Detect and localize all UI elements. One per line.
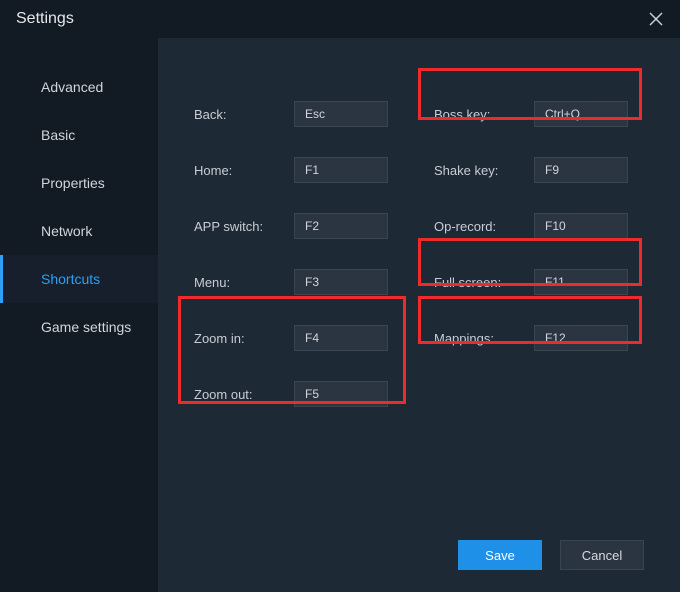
label-app-switch: APP switch: xyxy=(194,219,294,234)
sidebar-item-properties[interactable]: Properties xyxy=(0,159,158,207)
titlebar: Settings xyxy=(0,0,680,38)
cancel-button[interactable]: Cancel xyxy=(560,540,644,570)
sidebar-item-shortcuts[interactable]: Shortcuts xyxy=(0,255,158,303)
input-app-switch[interactable] xyxy=(294,213,388,239)
row-full-screen: Full screen: xyxy=(434,254,644,310)
sidebar-item-label: Basic xyxy=(41,127,75,143)
input-op-record[interactable] xyxy=(534,213,628,239)
save-button[interactable]: Save xyxy=(458,540,542,570)
sidebar-item-basic[interactable]: Basic xyxy=(0,111,158,159)
save-label: Save xyxy=(485,548,515,563)
sidebar-item-label: Shortcuts xyxy=(41,271,100,287)
main-area: Advanced Basic Properties Network Shortc… xyxy=(0,38,680,592)
label-boss-key: Boss key: xyxy=(434,107,534,122)
footer-buttons: Save Cancel xyxy=(458,540,644,570)
sidebar-item-advanced[interactable]: Advanced xyxy=(0,63,158,111)
label-home: Home: xyxy=(194,163,294,178)
label-zoom-out: Zoom out: xyxy=(194,387,294,402)
shortcuts-col-right: Boss key: Shake key: Op-record: Full scr… xyxy=(434,86,644,422)
sidebar-item-label: Properties xyxy=(41,175,105,191)
input-shake-key[interactable] xyxy=(534,157,628,183)
close-icon xyxy=(649,12,663,26)
shortcuts-col-left: Back: Home: APP switch: Menu: Zoom in: xyxy=(194,86,404,422)
row-app-switch: APP switch: xyxy=(194,198,404,254)
sidebar-item-label: Network xyxy=(41,223,92,239)
shortcuts-grid: Back: Home: APP switch: Menu: Zoom in: xyxy=(194,86,644,422)
input-menu[interactable] xyxy=(294,269,388,295)
input-back[interactable] xyxy=(294,101,388,127)
label-full-screen: Full screen: xyxy=(434,275,534,290)
row-mappings: Mappings: xyxy=(434,310,644,366)
row-zoom-in: Zoom in: xyxy=(194,310,404,366)
label-op-record: Op-record: xyxy=(434,219,534,234)
sidebar-item-label: Advanced xyxy=(41,79,103,95)
row-menu: Menu: xyxy=(194,254,404,310)
cancel-label: Cancel xyxy=(582,548,622,563)
input-zoom-in[interactable] xyxy=(294,325,388,351)
input-mappings[interactable] xyxy=(534,325,628,351)
sidebar-item-network[interactable]: Network xyxy=(0,207,158,255)
label-mappings: Mappings: xyxy=(434,331,534,346)
content-panel: Back: Home: APP switch: Menu: Zoom in: xyxy=(158,38,680,592)
input-full-screen[interactable] xyxy=(534,269,628,295)
row-home: Home: xyxy=(194,142,404,198)
label-menu: Menu: xyxy=(194,275,294,290)
row-boss-key: Boss key: xyxy=(434,86,644,142)
sidebar: Advanced Basic Properties Network Shortc… xyxy=(0,38,158,592)
row-op-record: Op-record: xyxy=(434,198,644,254)
sidebar-item-game-settings[interactable]: Game settings xyxy=(0,303,158,351)
input-boss-key[interactable] xyxy=(534,101,628,127)
sidebar-item-label: Game settings xyxy=(41,319,131,335)
row-zoom-out: Zoom out: xyxy=(194,366,404,422)
input-zoom-out[interactable] xyxy=(294,381,388,407)
row-shake-key: Shake key: xyxy=(434,142,644,198)
close-button[interactable] xyxy=(646,9,666,29)
input-home[interactable] xyxy=(294,157,388,183)
label-zoom-in: Zoom in: xyxy=(194,331,294,346)
label-shake-key: Shake key: xyxy=(434,163,534,178)
label-back: Back: xyxy=(194,107,294,122)
window-title: Settings xyxy=(16,10,74,28)
row-back: Back: xyxy=(194,86,404,142)
